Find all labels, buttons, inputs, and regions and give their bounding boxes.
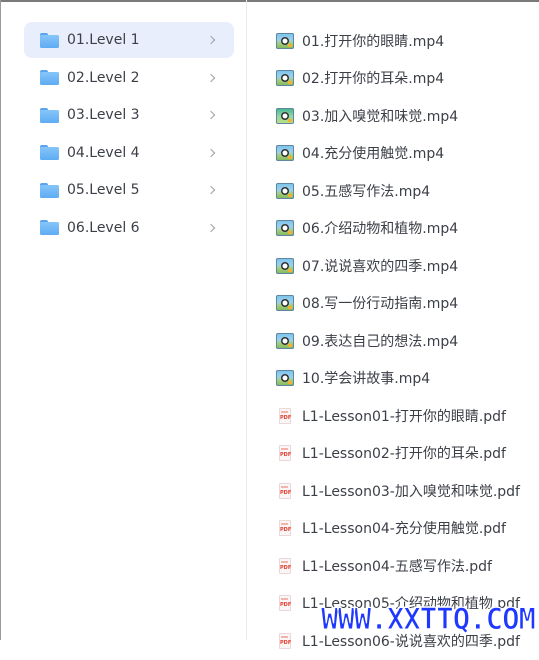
folder-list: 01.Level 1 02.Level 2 03.Level 3 04.Leve… bbox=[24, 22, 234, 247]
folder-icon bbox=[40, 145, 59, 160]
video-thumbnail-icon bbox=[276, 220, 294, 237]
folder-label: 06.Level 6 bbox=[67, 219, 140, 236]
pdf-file-icon: PDF bbox=[279, 632, 291, 649]
file-item-pdf[interactable]: PDF L1-Lesson03-加入嗅觉和味觉.pdf bbox=[262, 472, 539, 510]
file-item-video[interactable]: 04.充分使用触觉.mp4 bbox=[262, 135, 539, 173]
video-thumbnail-icon bbox=[276, 70, 294, 87]
folder-label: 05.Level 5 bbox=[67, 182, 140, 198]
file-name: L1-Lesson04-充分使用触觉.pdf bbox=[302, 521, 506, 538]
pdf-file-icon: PDF bbox=[279, 557, 291, 574]
file-name: L1-Lesson02-打开你的耳朵.pdf bbox=[302, 446, 506, 463]
folder-item-level-4[interactable]: 04.Level 4 bbox=[24, 135, 234, 171]
chevron-right-icon bbox=[206, 73, 216, 82]
folder-item-level-2[interactable]: 02.Level 2 bbox=[24, 60, 234, 96]
file-name: 10.学会讲故事.mp4 bbox=[302, 371, 431, 388]
file-name: L1-Lesson01-打开你的眼睛.pdf bbox=[302, 408, 506, 425]
chevron-right-icon bbox=[206, 35, 216, 45]
video-thumbnail-icon bbox=[276, 145, 294, 162]
file-name: 05.五感写作法.mp4 bbox=[302, 183, 431, 200]
folder-icon bbox=[40, 220, 59, 235]
watermark: WWW.XXTTQ.COM bbox=[321, 602, 537, 637]
pdf-file-icon: PDF bbox=[279, 595, 291, 612]
file-item-video[interactable]: 09.表达自己的想法.mp4 bbox=[262, 322, 539, 360]
window-top-border bbox=[0, 0, 539, 2]
file-item-pdf[interactable]: PDF L1-Lesson04-五感写作法.pdf bbox=[262, 547, 539, 585]
file-name: L1-Lesson03-加入嗅觉和味觉.pdf bbox=[302, 483, 520, 500]
file-name: L1-Lesson04-五感写作法.pdf bbox=[302, 558, 492, 575]
video-thumbnail-icon bbox=[276, 370, 294, 387]
file-item-pdf[interactable]: PDF L1-Lesson04-充分使用触觉.pdf bbox=[262, 510, 539, 548]
pane-divider[interactable] bbox=[246, 0, 247, 640]
pdf-file-icon: PDF bbox=[279, 407, 291, 424]
file-name: 08.写一份行动指南.mp4 bbox=[302, 296, 459, 313]
folder-item-level-1[interactable]: 01.Level 1 bbox=[24, 22, 234, 58]
file-item-video[interactable]: 05.五感写作法.mp4 bbox=[262, 172, 539, 210]
folder-label: 03.Level 3 bbox=[67, 107, 140, 123]
video-thumbnail-icon bbox=[276, 257, 294, 274]
file-name: 04.充分使用触觉.mp4 bbox=[302, 146, 445, 163]
video-thumbnail-icon bbox=[276, 332, 294, 349]
pdf-file-icon: PDF bbox=[279, 520, 291, 537]
pdf-file-icon: PDF bbox=[279, 482, 291, 499]
folder-label: 01.Level 1 bbox=[67, 32, 140, 48]
file-item-video[interactable]: 08.写一份行动指南.mp4 bbox=[262, 285, 539, 323]
folder-label: 02.Level 2 bbox=[67, 69, 140, 86]
file-item-video[interactable]: 07.说说喜欢的四季.mp4 bbox=[262, 247, 539, 285]
window-left-border bbox=[0, 0, 1, 640]
file-item-pdf[interactable]: PDF L1-Lesson02-打开你的耳朵.pdf bbox=[262, 435, 539, 473]
pdf-file-icon: PDF bbox=[279, 445, 291, 462]
chevron-right-icon bbox=[206, 110, 216, 120]
file-item-video[interactable]: 06.介绍动物和植物.mp4 bbox=[262, 210, 539, 248]
file-item-video[interactable]: 03.加入嗅觉和味觉.mp4 bbox=[262, 97, 539, 135]
folder-item-level-5[interactable]: 05.Level 5 bbox=[24, 172, 234, 208]
folder-icon bbox=[40, 182, 59, 198]
video-thumbnail-icon bbox=[276, 32, 294, 49]
folder-icon bbox=[40, 107, 59, 123]
folder-icon bbox=[40, 32, 59, 48]
file-name: 09.表达自己的想法.mp4 bbox=[302, 333, 459, 350]
file-name: 02.打开你的耳朵.mp4 bbox=[302, 71, 445, 88]
file-item-video[interactable]: 02.打开你的耳朵.mp4 bbox=[262, 60, 539, 98]
file-name: 07.说说喜欢的四季.mp4 bbox=[302, 258, 459, 275]
file-name: 06.介绍动物和植物.mp4 bbox=[302, 221, 459, 238]
file-list: 01.打开你的眼睛.mp4 02.打开你的耳朵.mp4 03.加入嗅觉和味觉.m… bbox=[262, 22, 539, 660]
video-thumbnail-icon bbox=[276, 295, 294, 312]
folder-icon bbox=[40, 70, 59, 85]
video-thumbnail-icon bbox=[276, 182, 294, 199]
video-thumbnail-icon bbox=[276, 107, 294, 124]
folder-item-level-3[interactable]: 03.Level 3 bbox=[24, 97, 234, 133]
file-name: 03.加入嗅觉和味觉.mp4 bbox=[302, 108, 459, 125]
folder-label: 04.Level 4 bbox=[67, 144, 140, 161]
file-item-pdf[interactable]: PDF L1-Lesson01-打开你的眼睛.pdf bbox=[262, 397, 539, 435]
file-item-video[interactable]: 01.打开你的眼睛.mp4 bbox=[262, 22, 539, 60]
file-name: 01.打开你的眼睛.mp4 bbox=[302, 33, 445, 50]
chevron-right-icon bbox=[206, 223, 216, 232]
chevron-right-icon bbox=[206, 148, 216, 157]
chevron-right-icon bbox=[206, 185, 216, 195]
folder-item-level-6[interactable]: 06.Level 6 bbox=[24, 210, 234, 246]
file-item-video[interactable]: 10.学会讲故事.mp4 bbox=[262, 360, 539, 398]
